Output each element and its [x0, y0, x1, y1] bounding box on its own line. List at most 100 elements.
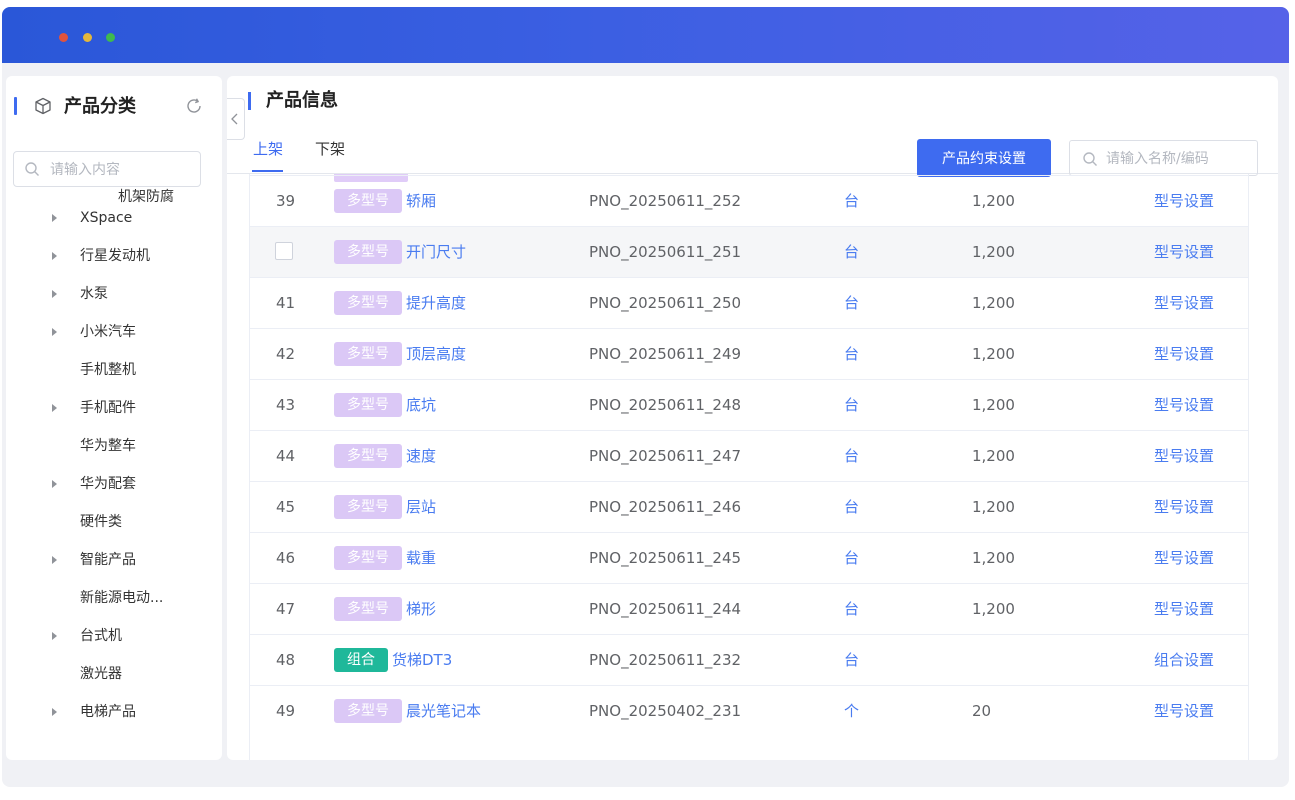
tree-item[interactable]: 华为整车 — [6, 432, 222, 462]
table-row[interactable]: 39 多型号 轿厢 PNO_20250611_252 台 1,200 型号设置 — [250, 175, 1248, 226]
product-name-link[interactable]: 梯形 — [406, 599, 436, 619]
table-row[interactable]: 多型号 开门尺寸 PNO_20250611_251 台 1,200 型号设置 — [250, 226, 1248, 277]
product-name-link[interactable]: 底坑 — [406, 395, 436, 415]
table-row[interactable]: 42 多型号 顶层高度 PNO_20250611_249 台 1,200 型号设置 — [250, 328, 1248, 379]
table-row[interactable]: 48 组合 货梯DT3 PNO_20250611_232 台 组合设置 — [250, 634, 1248, 685]
product-name-link[interactable]: 载重 — [406, 548, 436, 568]
caret-right-icon[interactable] — [52, 480, 57, 488]
product-type-tag: 多型号 — [334, 546, 402, 570]
table-row[interactable]: 49 多型号 晨光笔记本 PNO_20250402_231 个 20 型号设置 — [250, 685, 1248, 736]
model-settings-link[interactable]: 型号设置 — [1154, 701, 1214, 721]
caret-right-icon[interactable] — [52, 252, 57, 260]
caret-right-icon[interactable] — [52, 328, 57, 336]
product-quantity: 1,200 — [972, 345, 1015, 363]
product-name-link[interactable]: 晨光笔记本 — [406, 701, 481, 721]
tree-item[interactable]: 新能源电动... — [6, 584, 222, 614]
product-name-link[interactable]: 开门尺寸 — [406, 242, 466, 262]
product-unit[interactable]: 台 — [844, 242, 859, 262]
row-index: 49 — [276, 702, 296, 720]
row-index: 43 — [276, 396, 296, 414]
product-name-link[interactable]: 货梯DT3 — [392, 650, 452, 670]
model-settings-link[interactable]: 型号设置 — [1154, 548, 1214, 568]
product-quantity: 20 — [972, 702, 992, 720]
model-settings-link[interactable]: 组合设置 — [1154, 650, 1214, 670]
product-unit[interactable]: 台 — [844, 395, 859, 415]
tab-off-shelf[interactable]: 下架 — [315, 138, 345, 160]
product-unit[interactable]: 台 — [844, 344, 859, 364]
table-row[interactable]: 45 多型号 层站 PNO_20250611_246 台 1,200 型号设置 — [250, 481, 1248, 532]
model-settings-link[interactable]: 型号设置 — [1154, 191, 1214, 211]
product-search-input[interactable] — [1104, 147, 1256, 171]
tree-item[interactable]: 手机整机 — [6, 356, 222, 386]
tree-item[interactable]: 华为配套 — [6, 470, 222, 500]
caret-right-icon[interactable] — [52, 556, 57, 564]
row-index: 39 — [276, 192, 296, 210]
tree-item-label: 台式机 — [80, 628, 122, 644]
category-search-input[interactable] — [48, 158, 197, 182]
product-name-link[interactable]: 速度 — [406, 446, 436, 466]
tree-item-label: 智能产品 — [80, 552, 136, 568]
product-code: PNO_20250611_232 — [589, 651, 742, 669]
product-name-link[interactable]: 轿厢 — [406, 191, 436, 211]
table-row[interactable]: 43 多型号 底坑 PNO_20250611_248 台 1,200 型号设置 — [250, 379, 1248, 430]
caret-right-icon[interactable] — [52, 214, 57, 222]
product-unit[interactable]: 台 — [844, 293, 859, 313]
model-settings-link[interactable]: 型号设置 — [1154, 497, 1214, 517]
tree-item[interactable]: 行星发动机 — [6, 242, 222, 272]
tree-item-label: XSpace — [80, 210, 133, 226]
table-row[interactable]: 44 多型号 速度 PNO_20250611_247 台 1,200 型号设置 — [250, 430, 1248, 481]
sidebar-title-marker — [14, 97, 17, 115]
window-maximize-dot[interactable] — [106, 33, 115, 42]
caret-right-icon[interactable] — [52, 290, 57, 298]
model-settings-link[interactable]: 型号设置 — [1154, 599, 1214, 619]
row-checkbox[interactable] — [275, 242, 293, 260]
caret-right-icon[interactable] — [52, 708, 57, 716]
product-code: PNO_20250611_244 — [589, 600, 742, 618]
row-index: 42 — [276, 345, 296, 363]
model-settings-link[interactable]: 型号设置 — [1154, 344, 1214, 364]
model-settings-link[interactable]: 型号设置 — [1154, 446, 1214, 466]
row-index: 44 — [276, 447, 296, 465]
tree-item[interactable]: XSpace — [6, 204, 222, 234]
caret-right-icon[interactable] — [52, 404, 57, 412]
table-row[interactable]: 47 多型号 梯形 PNO_20250611_244 台 1,200 型号设置 — [250, 583, 1248, 634]
product-unit[interactable]: 台 — [844, 446, 859, 466]
search-icon — [1083, 152, 1097, 166]
tree-item[interactable]: 电梯产品 — [6, 698, 222, 728]
tree-item[interactable]: 硬件类 — [6, 508, 222, 538]
tree-item-label: 行星发动机 — [80, 248, 150, 264]
tree-item[interactable]: 激光器 — [6, 660, 222, 690]
window-minimize-dot[interactable] — [83, 33, 92, 42]
product-name-link[interactable]: 顶层高度 — [406, 344, 466, 364]
sidebar-collapse-button[interactable] — [227, 98, 245, 140]
tree-item[interactable]: 小米汽车 — [6, 318, 222, 348]
product-unit[interactable]: 台 — [844, 191, 859, 211]
product-quantity: 1,200 — [972, 192, 1015, 210]
table-row[interactable]: 46 多型号 载重 PNO_20250611_245 台 1,200 型号设置 — [250, 532, 1248, 583]
product-name-link[interactable]: 层站 — [406, 497, 436, 517]
refresh-icon[interactable] — [185, 97, 203, 115]
model-settings-link[interactable]: 型号设置 — [1154, 395, 1214, 415]
product-code: PNO_20250611_247 — [589, 447, 742, 465]
product-name-link[interactable]: 提升高度 — [406, 293, 466, 313]
tree-item[interactable]: 智能产品 — [6, 546, 222, 576]
tree-item[interactable]: 手机配件 — [6, 394, 222, 424]
model-settings-link[interactable]: 型号设置 — [1154, 242, 1214, 262]
product-unit[interactable]: 台 — [844, 650, 859, 670]
window-close-dot[interactable] — [59, 33, 68, 42]
tree-item-label: 华为配套 — [80, 476, 136, 492]
product-type-tag: 多型号 — [334, 189, 402, 213]
row-index: 45 — [276, 498, 296, 516]
model-settings-link[interactable]: 型号设置 — [1154, 293, 1214, 313]
product-unit[interactable]: 台 — [844, 497, 859, 517]
product-constraint-settings-button[interactable]: 产品约束设置 — [917, 139, 1051, 177]
product-unit[interactable]: 台 — [844, 599, 859, 619]
product-unit[interactable]: 个 — [844, 701, 859, 721]
caret-right-icon[interactable] — [52, 632, 57, 640]
tab-on-shelf[interactable]: 上架 — [253, 138, 283, 160]
table-row[interactable]: 41 多型号 提升高度 PNO_20250611_250 台 1,200 型号设置 — [250, 277, 1248, 328]
tree-item[interactable]: 台式机 — [6, 622, 222, 652]
tree-item[interactable]: 水泵 — [6, 280, 222, 310]
product-unit[interactable]: 台 — [844, 548, 859, 568]
product-type-tag: 多型号 — [334, 597, 402, 621]
